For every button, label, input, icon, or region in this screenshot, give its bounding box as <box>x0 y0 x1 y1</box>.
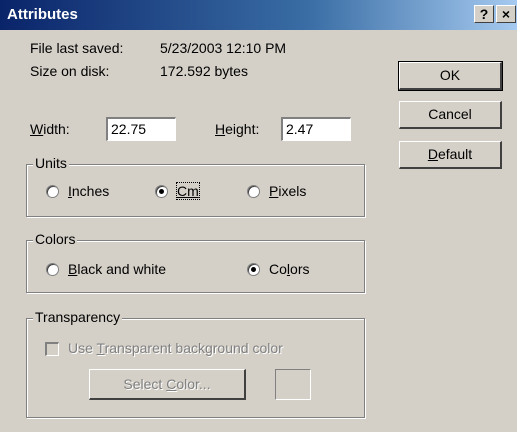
colors-radio[interactable] <box>247 263 260 276</box>
ok-button[interactable]: OK <box>398 61 503 91</box>
help-button[interactable]: ? <box>474 5 494 23</box>
select-color-button[interactable]: Select Color... <box>89 369 246 400</box>
black-and-white-label[interactable]: Black and white <box>68 261 166 277</box>
cm-radio[interactable] <box>155 185 168 198</box>
pixels-label[interactable]: Pixels <box>269 183 306 199</box>
pixels-radio[interactable] <box>247 185 260 198</box>
size-label: Size on disk: <box>30 63 110 79</box>
last-saved-value: 5/23/2003 12:10 PM <box>160 40 287 56</box>
transparency-group: Transparency <box>26 309 365 418</box>
colors-label[interactable]: Colors <box>269 261 309 277</box>
units-group-label: Units <box>33 155 69 171</box>
cm-label[interactable]: Cm <box>176 182 200 200</box>
close-icon: × <box>501 6 511 22</box>
inches-radio[interactable] <box>46 185 59 198</box>
width-label: Width: <box>30 121 70 137</box>
default-button[interactable]: Default <box>399 141 502 169</box>
title-bar[interactable]: Attributes ? × <box>0 0 517 30</box>
help-icon: ? <box>479 6 489 22</box>
size-value: 172.592 bytes <box>160 63 248 79</box>
attributes-dialog: Attributes ? × File last saved: 5/23/200… <box>0 0 517 432</box>
cancel-button[interactable]: Cancel <box>399 101 502 129</box>
inches-label[interactable]: Inches <box>68 183 109 199</box>
color-swatch <box>275 369 311 400</box>
black-and-white-radio[interactable] <box>46 263 59 276</box>
transparency-group-label: Transparency <box>33 309 123 325</box>
last-saved-label: File last saved: <box>30 40 124 56</box>
transparent-color-label[interactable]: Use Transparent background color <box>68 340 283 356</box>
colors-group-label: Colors <box>33 231 78 247</box>
width-field[interactable]: 22.75 <box>106 117 176 141</box>
transparent-color-checkbox[interactable] <box>45 342 59 356</box>
height-field[interactable]: 2.47 <box>281 117 351 141</box>
dialog-title: Attributes <box>7 6 78 23</box>
close-button[interactable]: × <box>496 5 516 23</box>
height-label: Height: <box>215 121 260 137</box>
